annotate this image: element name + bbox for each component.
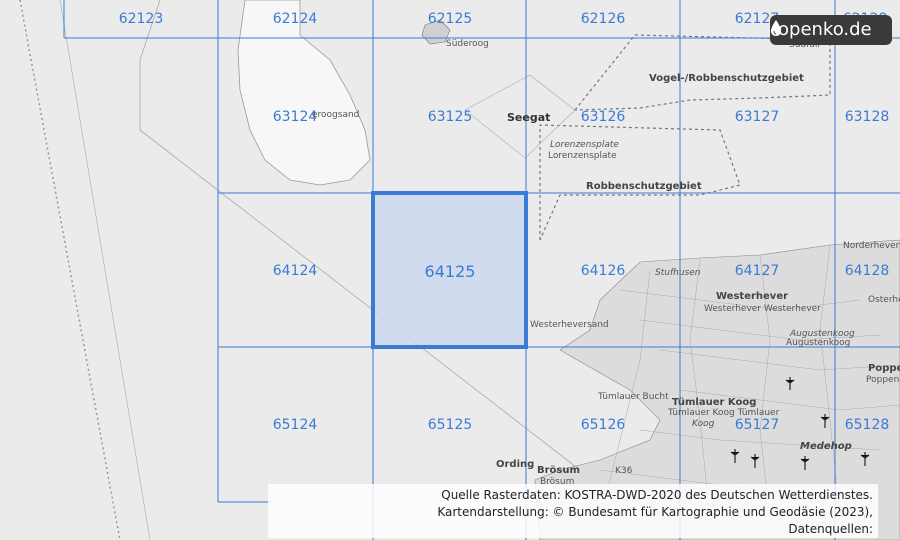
- grid-cell-label[interactable]: 63125: [373, 109, 527, 125]
- place-label: Vogel-/Robbenschutzgebiet: [649, 73, 804, 84]
- place-label: Westerhever: [716, 291, 789, 302]
- place-label: Westerheversand: [530, 320, 609, 330]
- place-label: Seegat: [507, 111, 551, 124]
- logo-text: openko.de: [778, 19, 872, 40]
- grid-cell-label[interactable]: 62126: [526, 11, 680, 27]
- place-label: Robbenschutzgebiet: [586, 181, 702, 192]
- drop-icon: [771, 20, 781, 36]
- place-label: Augustenkoog: [786, 338, 851, 348]
- place-label: Süderoog: [446, 39, 489, 49]
- grid-cell-label[interactable]: 65128: [790, 417, 900, 433]
- attribution-cartography: Kartendarstellung: © Bundesamt für Karto…: [437, 505, 873, 519]
- place-label: Stufhusen: [655, 268, 701, 278]
- grid-cell-label[interactable]: 65125: [373, 417, 527, 433]
- attribution-box: Quelle Rasterdaten: KOSTRA-DWD-2020 des …: [268, 484, 878, 540]
- place-label: eroogsand: [312, 110, 360, 120]
- attribution-source: Quelle Rasterdaten: KOSTRA-DWD-2020 des …: [441, 488, 873, 502]
- grid-cell-label[interactable]: 65126: [526, 417, 680, 433]
- openko-logo[interactable]: openko.de: [770, 15, 892, 45]
- place-label: Tümlauer Koog Tümlauer: [668, 408, 780, 418]
- place-label: Ording: [496, 459, 535, 470]
- place-label: K36: [615, 466, 633, 476]
- place-label: Tümlauer Koog: [672, 397, 757, 408]
- place-label: Westerhever Westerhever: [704, 304, 821, 314]
- grid-cell-label[interactable]: 62124: [218, 11, 372, 27]
- grid-cell-label[interactable]: 64124: [218, 263, 372, 279]
- grid-cell-label[interactable]: 63128: [790, 109, 900, 125]
- grid-cell-label[interactable]: 65124: [218, 417, 372, 433]
- place-label: Norderheverkoog: [843, 241, 900, 251]
- place-label: Koog: [692, 419, 715, 429]
- map[interactable]: 62123 62124 62125 62126 62127 62128 6312…: [0, 0, 900, 540]
- place-label: Lorenzensplate: [550, 140, 619, 150]
- grid-cell-label[interactable]: 64128: [790, 263, 900, 279]
- place-label: Medehop: [800, 441, 852, 452]
- place-label: Osterhe: [868, 295, 900, 305]
- place-label: Brösum: [537, 465, 580, 476]
- place-label: Tümlauer Bucht: [598, 392, 669, 402]
- highlight-cell-label[interactable]: 64125: [373, 262, 527, 281]
- place-label: Poppe: [868, 363, 900, 374]
- attribution-datasources[interactable]: Datenquellen: https://sgx.geodatenzentru…: [268, 521, 873, 540]
- grid-cell-label[interactable]: 62125: [373, 11, 527, 27]
- grid-cell-label[interactable]: 62123: [64, 11, 218, 27]
- place-label: Poppenbül: [866, 375, 900, 385]
- place-label: Lorenzensplate: [548, 151, 617, 161]
